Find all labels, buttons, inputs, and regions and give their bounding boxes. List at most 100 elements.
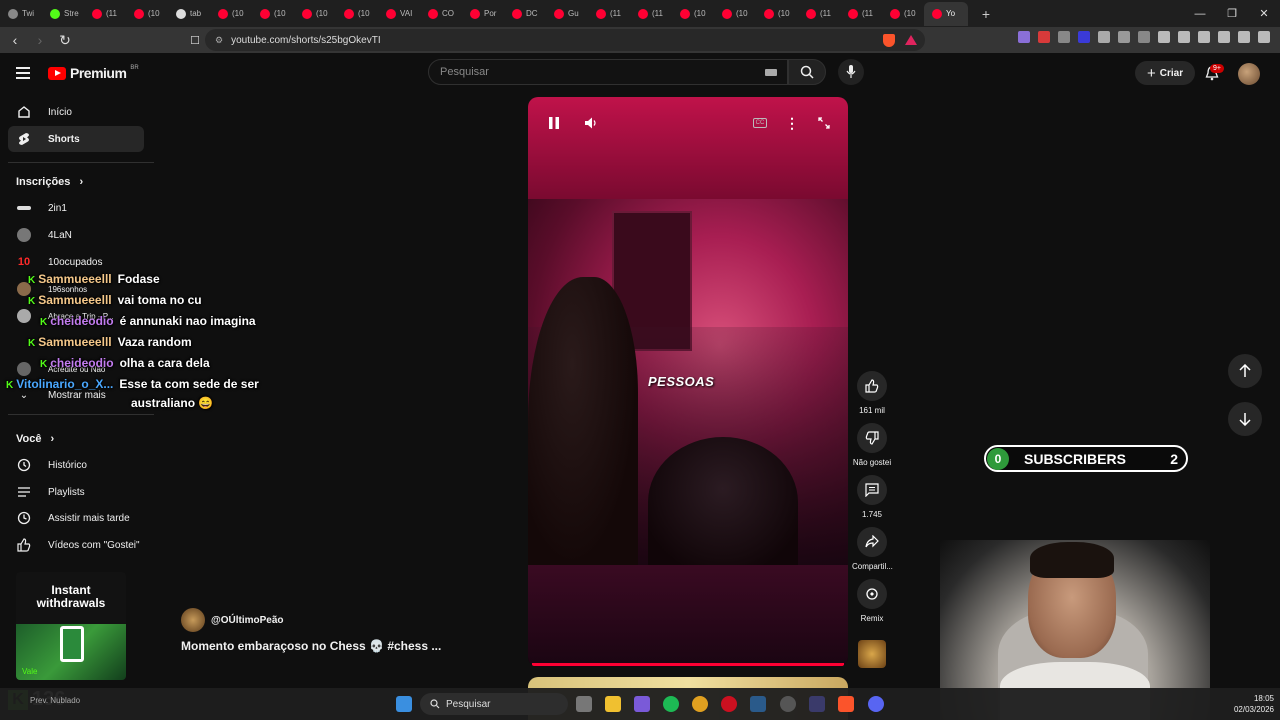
video-progress-bar[interactable]: [532, 663, 844, 666]
chrome-icon[interactable]: [692, 696, 708, 712]
browser-tab[interactable]: (11: [588, 2, 630, 26]
voice-search-button[interactable]: [838, 59, 864, 85]
browser-tab[interactable]: (10: [882, 2, 924, 26]
browser-tab[interactable]: (11: [630, 2, 672, 26]
sidebar-icon[interactable]: [1178, 31, 1190, 43]
extension-icon[interactable]: [1098, 31, 1110, 43]
url-field[interactable]: ⚙ youtube.com/shorts/s25bgOkevTI: [205, 29, 925, 51]
task-view-icon[interactable]: [576, 696, 592, 712]
keyboard-icon[interactable]: [765, 69, 777, 76]
sidebar-item-watch-later[interactable]: Assistir mais tarde: [8, 505, 144, 531]
file-explorer-icon[interactable]: [605, 696, 621, 712]
steam-icon[interactable]: [750, 696, 766, 712]
audio-track-thumbnail[interactable]: [858, 640, 886, 668]
search-button[interactable]: [788, 59, 826, 85]
leo-icon[interactable]: [1238, 31, 1250, 43]
opera-icon[interactable]: [721, 696, 737, 712]
browser-tab[interactable]: (10: [210, 2, 252, 26]
browser-tab[interactable]: (10: [336, 2, 378, 26]
dislike-action[interactable]: Não gostei: [852, 423, 892, 467]
youtube-logo[interactable]: Premium BR: [48, 65, 139, 81]
comments-button[interactable]: [857, 475, 887, 505]
browser-tab[interactable]: (11: [84, 2, 126, 26]
next-short-button[interactable]: [1228, 402, 1262, 436]
comments-action[interactable]: 1.745: [852, 475, 892, 519]
like-action[interactable]: 161 mil: [852, 371, 892, 415]
app-icon[interactable]: [634, 696, 650, 712]
channel-info[interactable]: @OÚltimoPeão: [181, 608, 284, 632]
browser-tab[interactable]: tab: [168, 2, 210, 26]
channel-name[interactable]: @OÚltimoPeão: [211, 615, 284, 626]
shield-icon[interactable]: [1218, 31, 1230, 43]
system-clock[interactable]: 18:05 02/03/2026: [1204, 693, 1274, 715]
captions-button[interactable]: CC: [750, 113, 770, 133]
reload-button[interactable]: ↻: [55, 32, 75, 49]
extension-icon[interactable]: [1018, 31, 1030, 43]
back-button[interactable]: ‹: [5, 32, 25, 48]
discord-icon[interactable]: [868, 696, 884, 712]
browser-tab[interactable]: CO: [420, 2, 462, 26]
hamburger-menu-icon[interactable]: [16, 67, 30, 82]
start-icon[interactable]: [396, 696, 412, 712]
create-button[interactable]: + Criar: [1135, 61, 1196, 85]
browser-tab[interactable]: (10: [126, 2, 168, 26]
fullscreen-button[interactable]: [814, 113, 834, 133]
extension-icon[interactable]: [1078, 31, 1090, 43]
dislike-button[interactable]: [857, 423, 887, 453]
video-title[interactable]: Momento embaraçoso no Chess 💀 #chess ...: [181, 639, 441, 653]
sidebar-item-home[interactable]: Início: [8, 99, 144, 125]
volume-button[interactable]: [581, 113, 601, 133]
site-info-icon[interactable]: ⚙: [215, 35, 223, 46]
like-button[interactable]: [857, 371, 887, 401]
sidebar-item-liked-videos[interactable]: Vídeos com "Gostei": [8, 532, 144, 558]
you-heading[interactable]: Você ›: [16, 433, 54, 445]
sidebar-item-shorts[interactable]: Shorts: [8, 126, 144, 152]
share-action[interactable]: Compartil...: [852, 527, 893, 571]
menu-icon[interactable]: [1258, 31, 1270, 43]
extension-icon[interactable]: [1138, 31, 1150, 43]
brave-icon[interactable]: [838, 696, 854, 712]
sidebar-item-subscription[interactable]: 4LaN: [8, 222, 144, 248]
puzzle-icon[interactable]: [1118, 31, 1130, 43]
channel-avatar[interactable]: [181, 608, 205, 632]
browser-tab[interactable]: (11: [840, 2, 882, 26]
browser-tab[interactable]: (10: [756, 2, 798, 26]
search-input[interactable]: Pesquisar: [428, 59, 788, 85]
app-icon[interactable]: [780, 696, 796, 712]
previous-short-button[interactable]: [1228, 354, 1262, 388]
bookmark-icon[interactable]: ☐: [185, 34, 205, 47]
extension-icon[interactable]: [1058, 31, 1070, 43]
minimize-button[interactable]: —: [1184, 0, 1216, 27]
shorts-video-player[interactable]: PESSOAS CC ⋮: [528, 97, 848, 667]
browser-tab[interactable]: (10: [294, 2, 336, 26]
browser-tab[interactable]: (11: [798, 2, 840, 26]
maximize-button[interactable]: ❐: [1216, 0, 1248, 27]
rewards-icon[interactable]: [905, 35, 917, 45]
browser-tab[interactable]: Twi: [0, 2, 42, 26]
remix-button[interactable]: [857, 579, 887, 609]
browser-tab[interactable]: Gu: [546, 2, 588, 26]
sidebar-item-subscription[interactable]: 2in1: [8, 195, 144, 221]
spotify-icon[interactable]: [663, 696, 679, 712]
browser-tab[interactable]: (10: [714, 2, 756, 26]
browser-tab[interactable]: Yo: [924, 1, 968, 26]
forward-button[interactable]: ›: [30, 32, 50, 48]
pause-button[interactable]: [544, 113, 564, 133]
media-icon[interactable]: [1158, 31, 1170, 43]
browser-tab[interactable]: VAI: [378, 2, 420, 26]
extension-icon[interactable]: [1038, 31, 1050, 43]
wallet-icon[interactable]: [1198, 31, 1210, 43]
remix-action[interactable]: Remix: [852, 579, 892, 623]
browser-tab[interactable]: Stre: [42, 2, 84, 26]
app-icon[interactable]: [809, 696, 825, 712]
taskbar-search[interactable]: Pesquisar: [420, 693, 568, 715]
user-avatar[interactable]: [1238, 63, 1260, 85]
subscriptions-heading[interactable]: Inscrições ›: [16, 176, 83, 188]
instant-withdrawals-ad[interactable]: Instant withdrawals Vale: [16, 572, 126, 680]
browser-tab[interactable]: Por: [462, 2, 504, 26]
browser-tab[interactable]: (10: [252, 2, 294, 26]
more-options-button[interactable]: ⋮: [782, 113, 802, 133]
sidebar-item-history[interactable]: Histórico: [8, 452, 144, 478]
browser-tab[interactable]: DC: [504, 2, 546, 26]
sidebar-item-playlists[interactable]: Playlists: [8, 479, 144, 505]
